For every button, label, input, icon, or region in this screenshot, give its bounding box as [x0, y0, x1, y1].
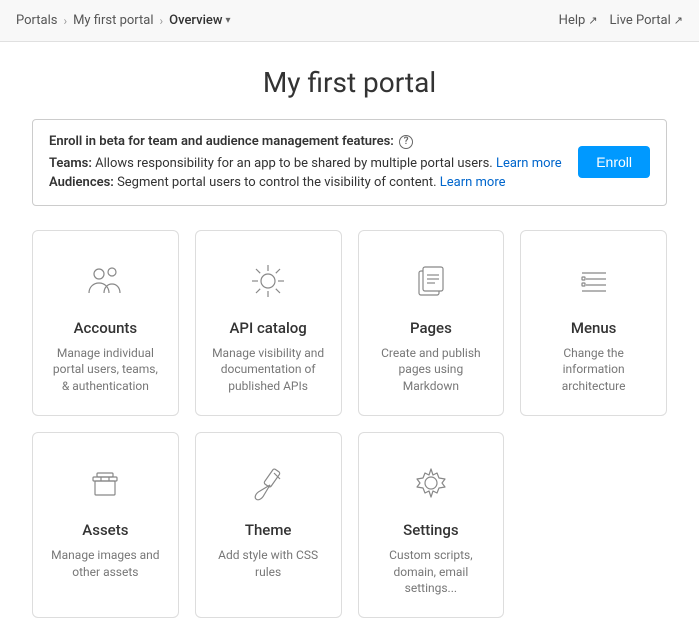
breadcrumb-current: Overview ▾ — [169, 13, 230, 28]
accounts-card[interactable]: Accounts Manage individual portal users,… — [32, 230, 179, 416]
cards-grid-row2: Assets Manage images and other assets Th… — [32, 432, 667, 618]
top-nav: Portals › My first portal › Overview ▾ H… — [0, 0, 699, 42]
dropdown-arrow-icon[interactable]: ▾ — [226, 15, 231, 26]
nav-actions: Help ↗ Live Portal ↗ — [559, 13, 683, 28]
teams-learn-more[interactable]: Learn more — [496, 156, 562, 171]
help-label: Help — [559, 13, 586, 28]
settings-title: Settings — [403, 521, 459, 539]
api-catalog-title: API catalog — [229, 319, 306, 337]
audiences-label: Audiences: — [49, 175, 114, 190]
breadcrumb-portal-name[interactable]: My first portal — [73, 13, 153, 28]
teams-text: Allows responsibility for an app to be s… — [95, 156, 496, 171]
assets-title: Assets — [82, 521, 128, 539]
teams-label: Teams: — [49, 156, 92, 171]
beta-teams-line: Teams: Allows responsibility for an app … — [49, 154, 562, 174]
page-title: My first portal — [32, 66, 667, 99]
assets-desc: Manage images and other assets — [49, 547, 162, 581]
pages-card[interactable]: Pages Create and publish pages using Mar… — [358, 230, 505, 416]
beta-audiences-line: Audiences: Segment portal users to contr… — [49, 173, 562, 193]
accounts-title: Accounts — [74, 319, 138, 337]
audiences-text: Segment portal users to control the visi… — [117, 175, 440, 190]
breadcrumb-sep-1: › — [63, 14, 67, 28]
enroll-button[interactable]: Enroll — [578, 146, 650, 178]
help-tooltip-icon[interactable]: ? — [399, 135, 413, 149]
settings-card[interactable]: Settings Custom scripts, domain, email s… — [358, 432, 505, 618]
cards-grid-row1: Accounts Manage individual portal users,… — [32, 230, 667, 416]
current-page-label: Overview — [169, 13, 222, 28]
theme-card[interactable]: Theme Add style with CSS rules — [195, 432, 342, 618]
theme-desc: Add style with CSS rules — [212, 547, 325, 581]
live-portal-label: Live Portal — [610, 13, 671, 28]
accounts-icon — [79, 255, 131, 307]
assets-icon — [79, 457, 131, 509]
audiences-learn-more[interactable]: Learn more — [440, 175, 506, 190]
theme-icon — [242, 457, 294, 509]
theme-title: Theme — [245, 521, 292, 539]
settings-desc: Custom scripts, domain, email settings..… — [375, 547, 488, 597]
breadcrumb: Portals › My first portal › Overview ▾ — [16, 13, 231, 28]
help-link[interactable]: Help ↗ — [559, 13, 598, 28]
live-portal-link[interactable]: Live Portal ↗ — [610, 13, 683, 28]
pages-title: Pages — [410, 319, 452, 337]
accounts-desc: Manage individual portal users, teams, &… — [49, 345, 162, 395]
beta-banner: Enroll in beta for team and audience man… — [32, 119, 667, 206]
menus-icon — [568, 255, 620, 307]
pages-desc: Create and publish pages using Markdown — [375, 345, 488, 395]
api-catalog-desc: Manage visibility and documentation of p… — [212, 345, 325, 395]
menus-title: Menus — [571, 319, 617, 337]
menus-desc: Change the information architecture — [537, 345, 650, 395]
external-link-icon: ↗ — [588, 14, 597, 27]
beta-banner-text: Enroll in beta for team and audience man… — [49, 132, 562, 193]
settings-icon — [405, 457, 457, 509]
external-link-icon-2: ↗ — [674, 14, 683, 27]
api-catalog-icon — [242, 255, 294, 307]
api-catalog-card[interactable]: API catalog Manage visibility and docume… — [195, 230, 342, 416]
beta-banner-title: Enroll in beta for team and audience man… — [49, 132, 562, 152]
main-content: My first portal Enroll in beta for team … — [0, 42, 699, 642]
breadcrumb-portals[interactable]: Portals — [16, 13, 57, 28]
breadcrumb-sep-2: › — [160, 14, 164, 28]
menus-card[interactable]: Menus Change the information architectur… — [520, 230, 667, 416]
assets-card[interactable]: Assets Manage images and other assets — [32, 432, 179, 618]
pages-icon — [405, 255, 457, 307]
empty-card-slot — [520, 432, 667, 618]
